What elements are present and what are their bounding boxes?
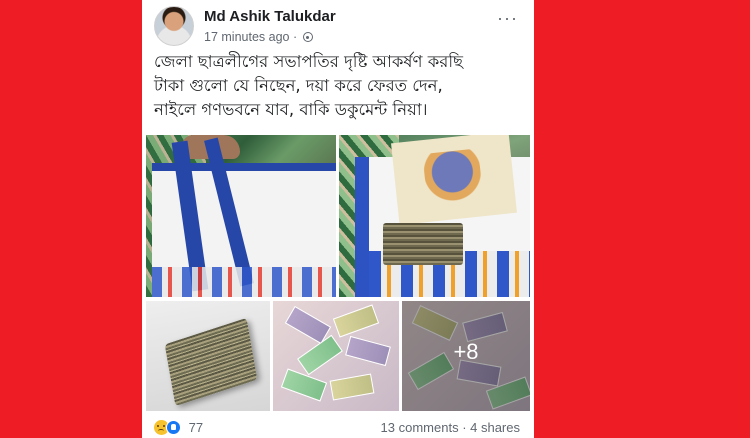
more-photos-count: +8 bbox=[453, 339, 479, 364]
post-time[interactable]: 17 minutes ago bbox=[204, 30, 289, 44]
like-reaction-icon bbox=[166, 420, 181, 435]
photo-document bbox=[391, 135, 517, 225]
author-name[interactable]: Md Ashik Talukdar bbox=[204, 8, 336, 25]
photo-money-bundle[interactable] bbox=[146, 301, 270, 411]
comments-shares-link[interactable]: 13 comments · 4 shares bbox=[381, 420, 520, 435]
post-text-line: টাকা গুলো যে নিছেন, দয়া করে ফেরত দেন, bbox=[154, 76, 443, 95]
post-footer: 77 13 comments · 4 shares bbox=[154, 420, 522, 438]
post-text-line: জেলা ছাত্রলীগের সভাপতির দৃষ্টি আকর্ষণ কর… bbox=[154, 52, 464, 71]
photo-money-stack bbox=[383, 223, 463, 265]
photo-money-stack bbox=[164, 317, 258, 407]
photo-shopping-bag bbox=[152, 137, 336, 297]
globe-icon bbox=[302, 32, 313, 42]
reaction-count: 77 bbox=[188, 420, 204, 435]
author-avatar[interactable] bbox=[154, 6, 194, 46]
post-header: Md Ashik Talukdar 17 minutes ago · ··· bbox=[154, 6, 524, 46]
meta-separator: · bbox=[292, 30, 298, 44]
facebook-post-card: Md Ashik Talukdar 17 minutes ago · ··· জ… bbox=[142, 0, 534, 438]
photo-banknotes-spread[interactable] bbox=[273, 301, 399, 411]
photo-bag-with-money[interactable] bbox=[339, 135, 530, 297]
post-text: জেলা ছাত্রলীগের সভাপতির দৃষ্টি আকর্ষণ কর… bbox=[154, 50, 522, 122]
post-text-line: নাইলে গণভবনে যাব, বাকি ডকুমেন্ট নিয়া। bbox=[154, 100, 428, 119]
photo-more-banknotes[interactable]: +8 bbox=[402, 301, 530, 411]
reactions-summary[interactable]: 77 bbox=[154, 420, 203, 435]
more-options-icon[interactable]: ··· bbox=[497, 8, 518, 29]
photo-bag-with-hand[interactable] bbox=[146, 135, 336, 297]
post-meta: 17 minutes ago · bbox=[204, 30, 313, 44]
